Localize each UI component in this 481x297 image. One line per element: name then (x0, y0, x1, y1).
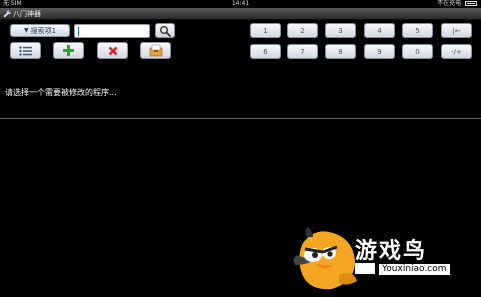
chevron-down-icon: ▼ (23, 27, 29, 34)
key-2[interactable]: 2 (287, 23, 318, 38)
watermark-logo: 游戏鸟 Youxiniao.com (293, 225, 473, 293)
key-7[interactable]: 7 (287, 44, 318, 59)
key-8[interactable]: 8 (325, 44, 356, 59)
text-caret (78, 27, 79, 36)
watermark-bar-left (355, 263, 375, 274)
search-icon (160, 25, 171, 37)
clock: 14:41 (231, 0, 250, 7)
divider (0, 118, 481, 119)
archive-button[interactable] (140, 42, 171, 59)
bird-mascot-icon (293, 227, 357, 290)
key-5[interactable]: 5 (402, 23, 433, 38)
search-scope-dropdown[interactable]: ▼ 搜索项1 (10, 24, 70, 37)
status-bar: 无 SIM 14:41 不在充电 (0, 0, 481, 8)
search-button[interactable] (155, 23, 175, 38)
key-9[interactable]: 9 (364, 44, 395, 59)
battery-status-label: 不在充电 (437, 0, 462, 7)
close-icon (108, 46, 117, 55)
key-0[interactable]: 0 (402, 44, 433, 59)
wrench-icon (3, 9, 12, 18)
battery-icon (465, 1, 477, 6)
search-scope-label: 搜索项1 (30, 26, 57, 35)
add-button[interactable] (53, 42, 84, 59)
backspace-button[interactable]: |← (441, 23, 472, 38)
list-button[interactable] (10, 42, 41, 59)
app-title: 八门神器 (13, 10, 41, 18)
watermark-url: Youxiniao.com (379, 264, 450, 275)
battery-status: 不在充电 (437, 0, 477, 8)
key-3[interactable]: 3 (325, 23, 356, 38)
delete-button[interactable] (97, 42, 128, 59)
watermark-brand: 游戏鸟 (355, 239, 428, 264)
key-6[interactable]: 6 (250, 44, 281, 59)
key-4[interactable]: 4 (364, 23, 395, 38)
key-1[interactable]: 1 (250, 23, 281, 38)
list-icon (19, 45, 32, 56)
app-title-bar: 八门神器 (0, 8, 481, 20)
sign-toggle-button[interactable]: -/+ (441, 44, 472, 59)
select-program-prompt: 请选择一个需要被修改的程序... (5, 88, 117, 97)
plus-icon (63, 45, 74, 56)
search-input[interactable] (74, 24, 150, 38)
archive-box-icon (149, 44, 162, 57)
